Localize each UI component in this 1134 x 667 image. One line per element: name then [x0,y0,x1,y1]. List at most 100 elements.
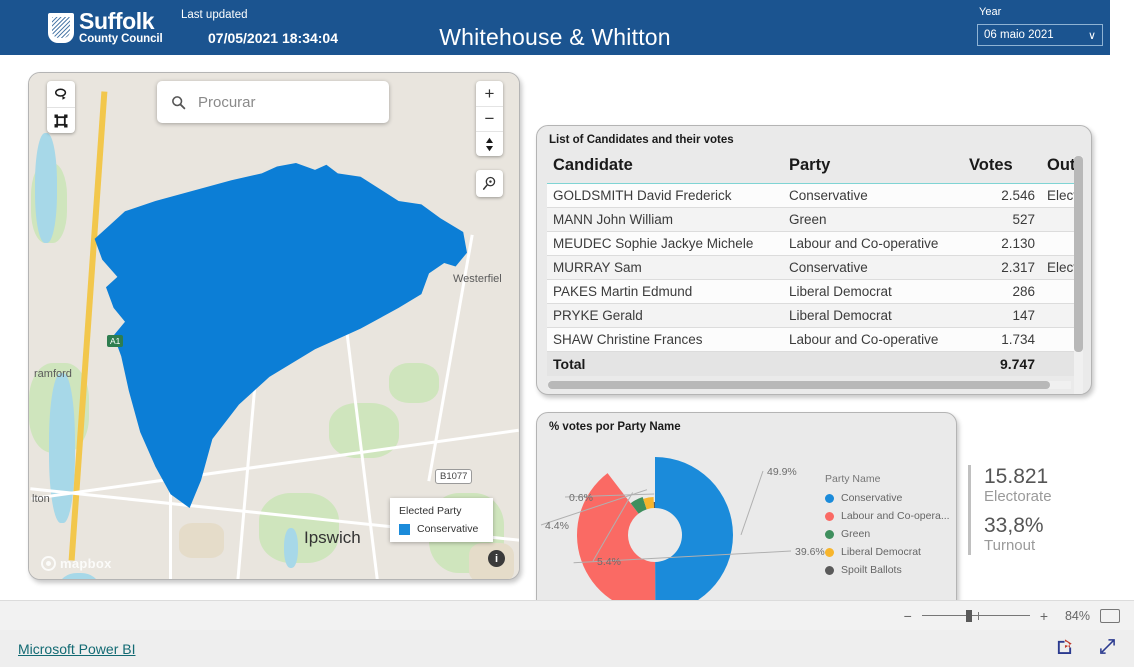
table-row[interactable]: MEUDEC Sophie Jackye Michele Labour and C… [547,231,1083,256]
share-icon[interactable] [1056,638,1073,660]
pie-legend-item[interactable]: Green [825,528,950,540]
pie-legend-item-label: Spoilt Ballots [841,564,902,576]
map-locate-icon[interactable] [476,170,503,197]
map-tool-group[interactable] [47,81,75,133]
year-filter-label: Year [979,6,1002,18]
cell-candidate: PRYKE Gerald [547,303,783,328]
legend-color-dot [825,493,834,503]
pie-chart-legend: Party Name Conservative Labour and Co-ope… [825,473,950,582]
table-header-row: Candidate Party Votes Outco [547,152,1083,184]
road-shield: B1077 [435,469,473,484]
map-water [35,133,57,243]
col-header-votes[interactable]: Votes [963,152,1041,184]
zoom-percent-label: 84% [1064,608,1090,623]
pie-slice-label: 0.6% [569,492,593,504]
fit-to-page-icon[interactable] [1100,608,1120,623]
map-legend-item: Conservative [399,523,484,535]
microsoft-power-bi-link[interactable]: Microsoft Power BI [18,641,135,657]
pie-legend-item[interactable]: Conservative [825,492,950,504]
zoom-out-button[interactable]: − [904,608,912,624]
table-horizontal-scrollbar[interactable] [548,381,1071,389]
map-info-icon[interactable]: i [488,550,505,567]
legend-swatch [399,523,410,535]
cell-votes: 286 [963,279,1041,304]
map-visual[interactable]: A1 B1077 Westerfiel ramford lton Ipswich… [28,72,520,580]
scrollbar-thumb[interactable] [548,381,1051,389]
total-party [783,351,963,376]
pie-legend-item[interactable]: Spoilt Ballots [825,564,950,576]
zoom-status-bar: − + 84% [0,600,1134,630]
col-header-candidate[interactable]: Candidate [547,152,783,184]
power-bi-report: Suffolk County Council Last updated 07/0… [0,0,1134,667]
candidates-table-title: List of Candidates and their votes [549,134,734,146]
candidates-table-visual[interactable]: List of Candidates and their votes Candi… [536,125,1092,395]
page-title: Whitehouse & Whitton [439,24,671,50]
map-label-ipswich: Ipswich [304,528,361,547]
cell-party: Labour and Co-operative [783,231,963,256]
rectangle-select-icon[interactable] [47,107,75,133]
mapbox-logo-icon [41,556,56,571]
map-green-area [389,363,439,403]
pie-legend-item[interactable]: Labour and Co-opera... [825,510,950,522]
candidates-table-scroll-area[interactable]: Candidate Party Votes Outco GOLDSMITH Da… [547,152,1083,378]
pie-slice[interactable] [655,457,733,613]
zoom-slider-tick [977,611,979,620]
pie-chart-title: % votes por Party Name [549,421,681,433]
table-row[interactable]: MURRAY SamConservative2.317Elected [547,255,1083,280]
cell-party: Liberal Democrat [783,279,963,304]
pie-slice-label: 49.9% [767,466,797,478]
cell-candidate: PAKES Martin Edmund [547,279,783,304]
ward-boundary-polygon[interactable] [94,163,467,508]
map-legend: Elected Party Conservative [390,498,493,542]
map-surface[interactable]: A1 B1077 Westerfiel ramford lton Ipswich… [29,73,519,579]
legend-color-dot [825,547,834,557]
mapbox-attribution[interactable]: mapbox [41,556,112,571]
map-road [234,383,257,579]
kpi-divider [968,465,971,555]
cell-party: Liberal Democrat [783,303,963,328]
chevron-down-icon: ∨ [1087,29,1096,42]
turnout-label: Turnout [984,536,1036,554]
zoom-in-button[interactable]: + [1040,608,1048,624]
fullscreen-icon[interactable] [1099,638,1116,660]
map-label-belstead: lton [32,493,50,505]
year-select-value: 06 maio 2021 [984,29,1054,41]
year-select[interactable]: 06 maio 2021 ∨ [977,24,1103,46]
pie-legend-item-label: Green [841,528,871,540]
table-row[interactable]: SHAW Christine Frances Labour and Co-oper… [547,327,1083,352]
map-compass-icon[interactable] [476,131,503,156]
candidates-table-body: GOLDSMITH David Frederick Conservative 2.5… [547,183,1083,376]
map-zoom-out-button[interactable]: − [476,106,503,131]
map-search-box[interactable]: Procurar [157,81,389,123]
zoom-slider-thumb[interactable] [965,609,972,622]
table-row[interactable]: GOLDSMITH David Frederick Conservative 2.5… [547,183,1083,208]
scrollbar-thumb[interactable] [1074,156,1083,352]
cell-votes: 2.317 [963,255,1041,280]
report-canvas: A1 B1077 Westerfiel ramford lton Ipswich… [0,55,1110,640]
mapbox-attribution-label: mapbox [60,556,112,571]
cell-candidate: SHAW Christine Frances [547,327,783,352]
cell-votes: 1.734 [963,327,1041,352]
col-header-party[interactable]: Party [783,152,963,184]
pie-legend-item-label: Labour and Co-opera... [841,510,950,522]
table-vertical-scrollbar[interactable] [1074,156,1083,394]
total-votes: 9.747 [963,351,1041,376]
table-row[interactable]: PRYKE Gerald Liberal Democrat 147 [547,303,1083,328]
table-row[interactable]: PAKES Martin Edmund Liberal Democrat 286 [547,279,1083,304]
last-updated-label: Last updated [181,9,248,21]
cell-candidate: GOLDSMITH David Frederick [547,183,783,208]
table-row[interactable]: MANN John William Green 527 [547,207,1083,232]
lasso-select-icon[interactable] [47,81,75,107]
pie-slice-label: 39.6% [795,546,825,558]
cell-party: Conservative [783,183,963,208]
pie-legend-item[interactable]: Liberal Democrat [825,546,950,558]
table-total-row: Total 9.747 [547,351,1083,376]
map-zoom-in-button[interactable]: + [476,81,503,106]
turnout-value: 33,8% [984,513,1044,537]
electorate-value: 15.821 [984,465,1049,488]
map-zoom-controls[interactable]: + − [476,81,503,156]
zoom-slider[interactable] [921,609,1030,623]
map-builtup-area [179,523,224,558]
zoom-slider-track [921,614,1030,616]
map-legend-item-label: Conservative [417,523,479,535]
